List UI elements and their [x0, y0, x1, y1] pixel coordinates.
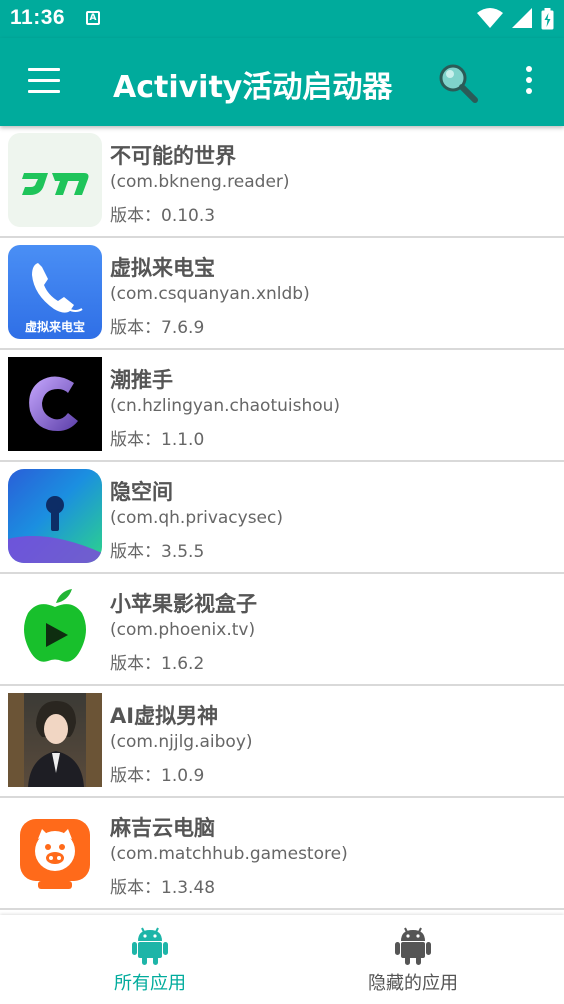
system-icons: [473, 8, 554, 30]
app-package: (com.csquanyan.xnldb): [110, 284, 310, 304]
android-icon: [132, 927, 168, 965]
app-version: 版本：1.1.0: [110, 430, 205, 450]
tab-all-apps[interactable]: 所有应用: [9, 915, 291, 1004]
app-name: 不可能的世界: [110, 144, 236, 168]
app-name: 小苹果影视盒子: [110, 592, 257, 616]
app-version: 版本：7.6.9: [110, 318, 205, 338]
app-name: 隐空间: [110, 480, 173, 504]
list-item[interactable]: 麻吉云电脑 (com.matchhub.gamestore) 版本：1.3.48: [0, 798, 564, 910]
signal-icon: [511, 8, 532, 28]
bottom-navigation: 所有应用 隐藏的应用: [0, 915, 564, 1004]
app-name: 潮推手: [110, 368, 173, 392]
app-package: (com.bkneng.reader): [110, 172, 290, 192]
list-item[interactable]: 隐空间 (com.qh.privacysec) 版本：3.5.5: [0, 462, 564, 574]
app-version: 版本：1.3.48: [110, 878, 216, 898]
list-item[interactable]: 小苹果影视盒子 (com.phoenix.tv) 版本：1.6.2: [0, 574, 564, 686]
status-bar: 11:36 A: [0, 0, 564, 38]
app-version: 版本：1.6.2: [110, 654, 205, 674]
app-version: 版本：1.0.9: [110, 766, 205, 786]
app-version: 版本：0.10.3: [110, 206, 216, 226]
app-package: (com.phoenix.tv): [110, 620, 256, 640]
apple-play-icon: [8, 581, 102, 675]
wifi-icon: [476, 8, 503, 28]
tab-hidden-apps[interactable]: 隐藏的应用: [272, 915, 554, 1004]
app-package: (com.qh.privacysec): [110, 508, 283, 528]
phone-icon: 虚拟来电宝: [8, 245, 102, 339]
more-options-icon[interactable]: [520, 66, 538, 100]
list-item[interactable]: AI虚拟男神 (com.njjlg.aiboy) 版本：1.0.9: [0, 686, 564, 798]
android-icon: [395, 927, 431, 965]
app-package: (com.njjlg.aiboy): [110, 732, 253, 752]
page-title: Activity活动启动器: [113, 70, 393, 105]
app-list: 不可能的世界 (com.bkneng.reader) 版本：0.10.3 虚拟来…: [0, 126, 564, 916]
app-bar: Activity活动启动器: [0, 38, 564, 126]
app-name: 虚拟来电宝: [110, 256, 215, 280]
notification-icon: A: [86, 11, 100, 25]
c-logo-icon: [8, 357, 102, 451]
app-version: 版本：3.5.5: [110, 542, 205, 562]
app-package: (cn.hzlingyan.chaotuishou): [110, 396, 341, 416]
pig-tv-icon: [8, 805, 102, 899]
tab-label: 隐藏的应用: [368, 973, 458, 994]
list-item[interactable]: 虚拟来电宝 虚拟来电宝 (com.csquanyan.xnldb) 版本：7.6…: [0, 238, 564, 350]
list-item[interactable]: 潮推手 (cn.hzlingyan.chaotuishou) 版本：1.1.0: [0, 350, 564, 462]
keyhole-icon: [8, 469, 102, 563]
menu-icon[interactable]: [28, 68, 60, 96]
app-package: (com.matchhub.gamestore): [110, 844, 348, 864]
tab-label: 所有应用: [114, 973, 186, 994]
app-name: 麻吉云电脑: [110, 816, 215, 840]
search-icon[interactable]: [437, 62, 479, 104]
bkneng-logo-icon: [8, 133, 102, 227]
app-name: AI虚拟男神: [110, 704, 219, 728]
battery-icon: [541, 8, 554, 30]
list-item[interactable]: 不可能的世界 (com.bkneng.reader) 版本：0.10.3: [0, 126, 564, 238]
avatar-icon: [8, 693, 102, 787]
icon-caption: 虚拟来电宝: [24, 320, 85, 334]
status-time: 11:36: [10, 6, 66, 29]
